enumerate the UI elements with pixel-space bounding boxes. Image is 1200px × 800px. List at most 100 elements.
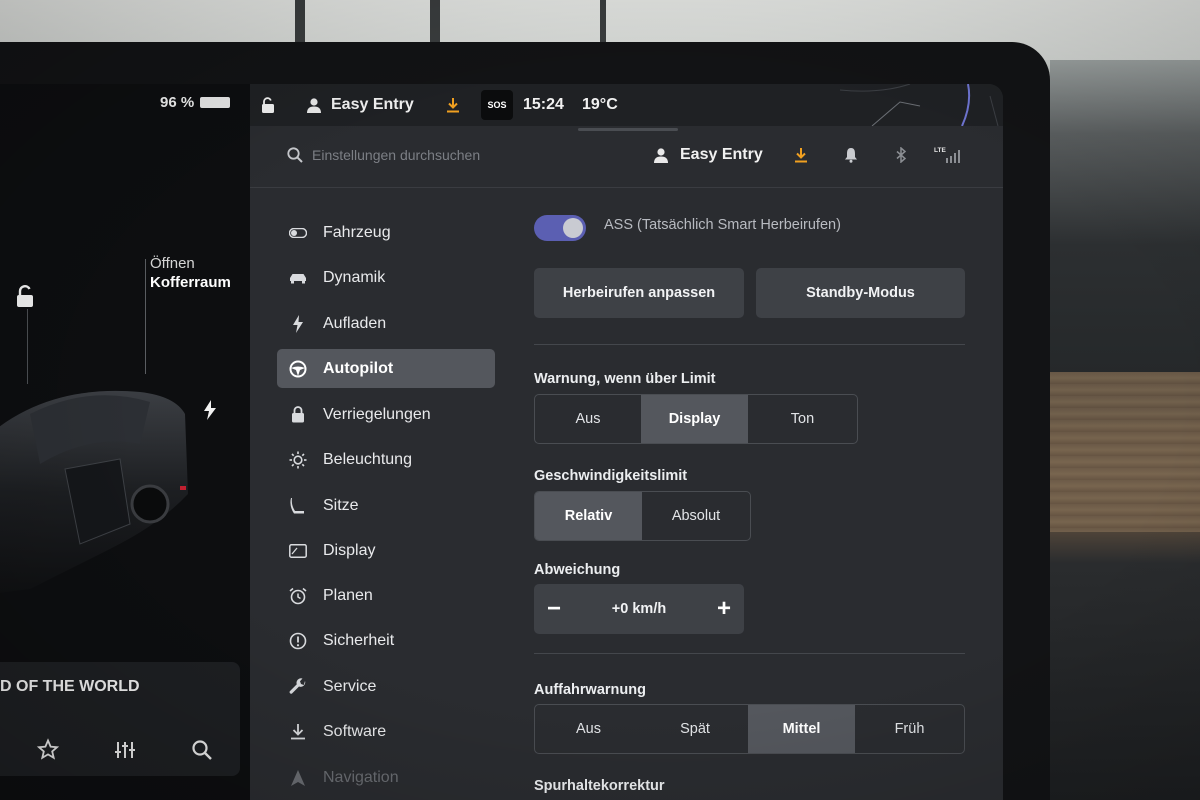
trunk-open-button[interactable]: Öffnen Kofferraum	[150, 254, 231, 292]
sidebar-item-label: Sicherheit	[323, 631, 395, 649]
trunk-callout-line	[145, 259, 146, 374]
sidebar-item-display[interactable]: Display	[277, 531, 495, 570]
warning-option-display[interactable]: Display	[641, 395, 748, 443]
collision-option-mittel[interactable]: Mittel	[748, 705, 855, 753]
speed-limit-option-absolut[interactable]: Absolut	[642, 492, 750, 540]
sidebar-item-fahrzeug[interactable]: Fahrzeug	[277, 213, 495, 252]
collision-option-spaet[interactable]: Spät	[642, 705, 748, 753]
settings-panel: Easy Entry SOS 15:24 19°C Einstellungen …	[250, 84, 1003, 800]
sidebar-item-label: Verriegelungen	[323, 405, 431, 423]
sidebar-item-software[interactable]: Software	[277, 712, 495, 751]
section-divider	[534, 344, 965, 345]
search-icon	[287, 147, 303, 163]
media-search-icon[interactable]	[190, 738, 214, 762]
header-bluetooth[interactable]	[895, 138, 907, 172]
sidebar-item-label: Fahrzeug	[323, 223, 391, 241]
wood-trim	[1050, 372, 1200, 532]
sidebar-item-label: Sitze	[323, 496, 359, 514]
offset-decrease-button[interactable]: −	[534, 584, 574, 634]
ass-label: ASS (Tatsächlich Smart Herbeirufen)	[604, 217, 841, 233]
warning-option-ton[interactable]: Ton	[748, 395, 857, 443]
sidebar-item-label: Autopilot	[323, 359, 394, 377]
battery-icon	[200, 97, 231, 108]
sidebar-item-label: Software	[323, 722, 387, 740]
user-icon	[307, 97, 321, 113]
offset-label: Abweichung	[534, 562, 621, 578]
trunk-name-label: Kofferraum	[150, 274, 231, 291]
touchscreen: 96 % Öffnen Kofferraum D OF THE WORLD Ea…	[0, 84, 1003, 800]
status-profile-name: Easy Entry	[331, 96, 414, 113]
warning-segmented-control: Aus Display Ton	[534, 394, 858, 444]
sidebar-item-label: Service	[323, 677, 377, 695]
car-image	[0, 390, 188, 593]
offset-increase-button[interactable]: +	[704, 584, 744, 634]
sidebar-item-service[interactable]: Service	[277, 667, 495, 706]
offset-stepper: − +0 km/h +	[534, 584, 744, 634]
sos-icon: SOS	[481, 90, 513, 120]
alert-circle-icon	[289, 632, 307, 650]
collision-option-frueh[interactable]: Früh	[855, 705, 964, 753]
navigation-icon	[289, 769, 307, 787]
sidebar-item-beleuchtung[interactable]: Beleuchtung	[277, 440, 495, 479]
background-post	[600, 0, 606, 48]
sidebar-item-sitze[interactable]: Sitze	[277, 486, 495, 525]
user-icon	[654, 147, 668, 163]
panel-drag-handle[interactable]	[578, 128, 678, 131]
warning-label: Warnung, wenn über Limit	[534, 371, 716, 387]
alarm-clock-icon	[289, 587, 307, 605]
lte-signal-icon: LTE	[934, 147, 960, 163]
collision-option-aus[interactable]: Aus	[535, 705, 642, 753]
sidebar-item-dynamik[interactable]: Dynamik	[277, 258, 495, 297]
charge-port-bolt-icon[interactable]	[203, 400, 217, 420]
sidebar-item-planen[interactable]: Planen	[277, 576, 495, 615]
sidebar-item-verriegelungen[interactable]: Verriegelungen	[277, 395, 495, 434]
sidebar-item-autopilot[interactable]: Autopilot	[277, 349, 495, 388]
collision-warning-segmented-control: Aus Spät Mittel Früh	[534, 704, 965, 754]
software-update-icon	[795, 148, 807, 163]
steering-wheel-icon	[289, 360, 307, 378]
header-cellular: LTE	[934, 138, 962, 172]
favorite-star-icon[interactable]	[36, 738, 60, 762]
sidebar-item-navigation[interactable]: Navigation	[277, 758, 495, 797]
header-profile[interactable]: Easy Entry	[654, 138, 763, 172]
header-notifications[interactable]	[844, 138, 858, 172]
header-download[interactable]	[793, 138, 809, 172]
sidebar-item-label: Display	[323, 541, 376, 559]
settings-search-input[interactable]	[312, 140, 612, 170]
status-temperature: 19°C	[582, 96, 618, 113]
media-controls	[0, 730, 240, 770]
media-track-title: D OF THE WORLD	[0, 678, 140, 695]
sidebar-item-sicherheit[interactable]: Sicherheit	[277, 621, 495, 660]
sidebar-item-aufladen[interactable]: Aufladen	[277, 304, 495, 343]
status-download[interactable]	[445, 84, 461, 126]
header-profile-name: Easy Entry	[680, 146, 763, 163]
ass-toggle[interactable]	[534, 215, 586, 241]
customize-summon-button[interactable]: Herbeirufen anpassen	[534, 268, 744, 318]
warning-option-aus[interactable]: Aus	[535, 395, 641, 443]
status-lock[interactable]	[260, 84, 276, 126]
speed-limit-segmented-control: Relativ Absolut	[534, 491, 751, 541]
car-view-panel: 96 % Öffnen Kofferraum D OF THE WORLD	[0, 84, 250, 800]
trunk-action-label: Öffnen	[150, 255, 195, 272]
unlock-status-icon	[262, 96, 274, 113]
lock-icon	[289, 406, 307, 424]
sidebar-item-label: Aufladen	[323, 314, 387, 332]
bluetooth-icon	[896, 147, 907, 163]
map-preview	[840, 84, 999, 126]
sidebar-item-label: Dynamik	[323, 268, 386, 286]
sos-button[interactable]: SOS	[481, 84, 513, 126]
download-icon	[289, 723, 307, 741]
speed-limit-option-relativ[interactable]: Relativ	[535, 492, 642, 540]
lock-callout-line	[27, 309, 28, 384]
unlock-icon[interactable]	[14, 284, 36, 308]
equalizer-icon[interactable]	[113, 738, 137, 762]
status-profile[interactable]: Easy Entry	[307, 84, 414, 126]
sun-icon	[289, 451, 307, 469]
bell-icon	[845, 148, 857, 163]
sidebar-item-label: Planen	[323, 586, 373, 604]
standby-mode-button[interactable]: Standby-Modus	[756, 268, 965, 318]
car-icon	[289, 269, 307, 287]
status-bar: Easy Entry SOS 15:24 19°C	[250, 84, 1003, 126]
collision-warning-label: Auffahrwarnung	[534, 682, 646, 698]
svg-text:LTE: LTE	[934, 147, 946, 154]
